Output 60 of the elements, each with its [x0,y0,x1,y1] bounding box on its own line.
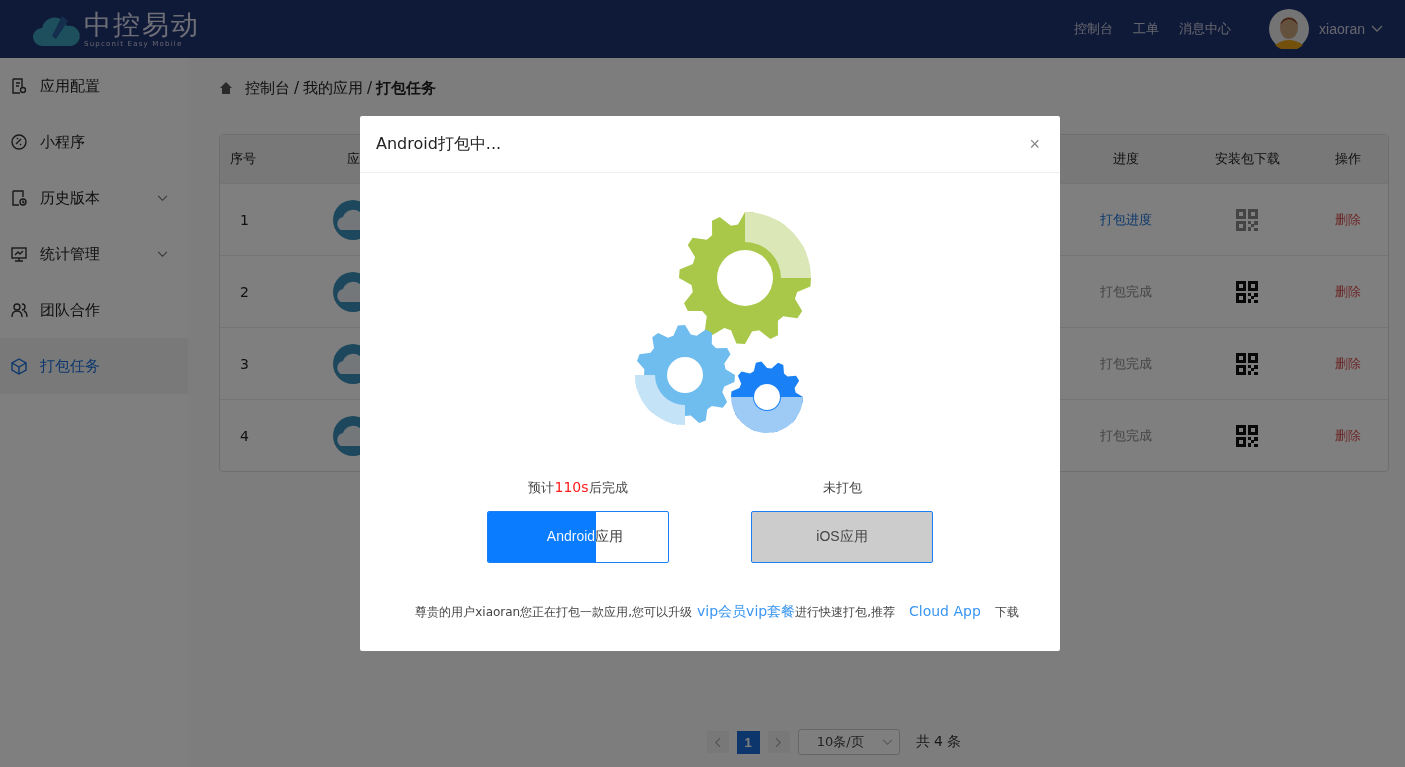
nav-link[interactable]: 消息中心 [1179,20,1232,38]
upgrade-link[interactable]: vip会员 [697,603,747,619]
chevron-down-icon [881,738,893,746]
qr-code-icon[interactable] [1236,208,1258,231]
dialog-title: Android打包中... [376,133,502,155]
breadcrumb-link[interactable]: 控制台 [245,78,290,98]
breadcrumb-separator: / [367,79,373,97]
qr-code-icon[interactable] [1236,424,1258,447]
chevron-down-icon[interactable] [157,194,168,202]
delete-link[interactable]: 删除 [1335,354,1361,373]
table-cell-text: 2 [239,283,249,300]
upgrade-message: 尊贵的用户xiaoran您正在打包一款应用,您可以升级 vip会员vip套餐进行快速打包,推荐 [415,603,895,621]
upgrade-link[interactable]: vip套餐 [746,603,796,619]
sidebar-item[interactable]: 打包任务 [0,338,188,394]
build-progress-button[interactable]: iOS应用 [751,511,933,563]
avatar-icon[interactable] [1269,9,1310,49]
box-icon [10,357,28,375]
delete-link[interactable]: 删除 [1335,210,1361,229]
page-button[interactable]: 1 [736,730,760,754]
table-cell-text: 4 [239,427,249,444]
table-cell-text: 1 [239,211,249,228]
chevron-left-icon [714,736,722,748]
build-status: 未打包 [822,479,862,497]
table-cell-text: 3 [239,355,249,372]
breadcrumb-separator: / [294,79,300,97]
cloud-app-link[interactable]: Cloud App [909,603,981,619]
total-count: 共 4 条 [915,733,962,751]
history-icon [10,189,28,207]
close-button[interactable]: × [1025,133,1044,155]
progress-link[interactable]: 打包进度 [1100,210,1152,229]
document-icon [10,77,28,95]
chevron-right-icon [775,736,783,748]
delete-link[interactable]: 删除 [1335,426,1361,445]
column-header: 进度 [1113,150,1139,168]
home-icon[interactable] [219,81,233,95]
breadcrumb-link[interactable]: 我的应用 [303,78,364,98]
build-status: 预计110s后完成 [528,479,628,497]
people-icon [10,301,28,319]
column-header: 应 [346,150,360,168]
page-size-select[interactable]: 10条/页 [797,729,900,755]
sidebar-item[interactable]: 应用配置 [0,58,188,114]
link-icon [10,133,28,151]
column-header: 操作 [1335,150,1361,168]
column-header: 安装包下载 [1214,150,1280,168]
qr-code-icon[interactable] [1236,280,1258,303]
sidebar-item[interactable]: 历史版本 [0,170,188,226]
delete-link[interactable]: 删除 [1335,282,1361,301]
sidebar-item[interactable]: 团队合作 [0,282,188,338]
sidebar-item[interactable]: 统计管理 [0,226,188,282]
column-header: 序号 [229,150,256,168]
monitor-chart-icon [10,245,28,263]
logo-title: 中控易动 [84,10,200,40]
chevron-down-icon[interactable] [157,250,168,258]
breadcrumb-link[interactable]: 打包任务 [376,78,437,98]
sidebar-item[interactable]: 小程序 [0,114,188,170]
nav-link[interactable]: 控制台 [1074,20,1114,38]
qr-code-icon[interactable] [1236,352,1258,375]
download-text: 下载 [994,604,1019,621]
nav-link[interactable]: 工单 [1133,20,1160,38]
user-name[interactable]: xiaoran [1319,21,1365,37]
